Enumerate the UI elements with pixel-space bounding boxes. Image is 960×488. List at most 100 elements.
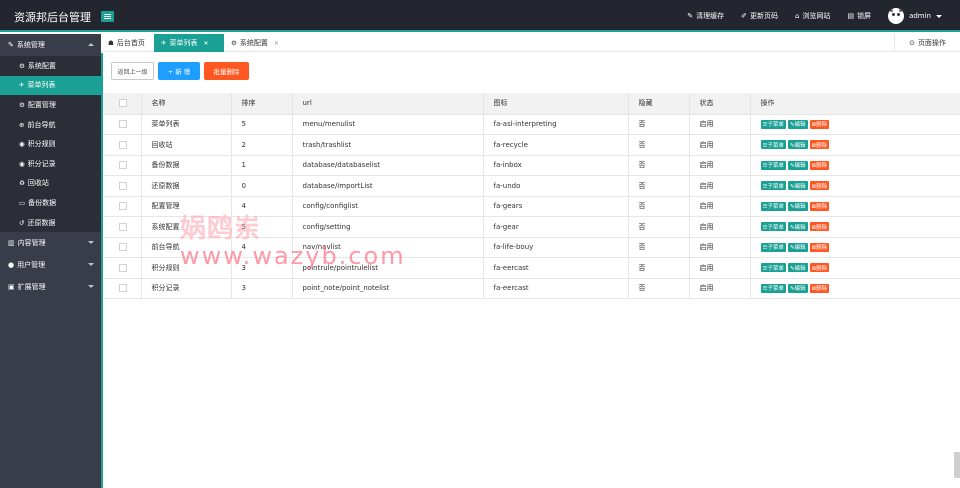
tab-menu-list[interactable]: ✈ 菜单列表 ✕: [154, 34, 224, 52]
delete-button[interactable]: ⊠删除: [809, 242, 830, 252]
edit-button[interactable]: ✎编辑: [787, 119, 808, 129]
sub-menu-button[interactable]: ☰子菜单: [760, 140, 786, 150]
edit-button[interactable]: ✎编辑: [787, 283, 808, 293]
cell-hidden: 否: [628, 237, 690, 258]
gear-icon: ⚙: [19, 61, 25, 70]
chevron-down-icon: [88, 263, 94, 267]
sidebar-group-users[interactable]: ● 用户管理: [0, 254, 101, 276]
cell-hidden: 否: [628, 114, 690, 135]
table-row: 配置管理 4 config/configlist fa-gears 否 启用 ☰…: [103, 196, 960, 217]
add-button[interactable]: + 新 增: [158, 62, 200, 80]
row-checkbox[interactable]: [119, 263, 127, 272]
sidebar-group-extensions[interactable]: ▣ 扩展管理: [0, 276, 101, 298]
select-all-checkbox[interactable]: [119, 99, 127, 108]
cell-name: 还原数据: [141, 175, 232, 197]
cell-status: 启用: [689, 237, 751, 258]
cell-sort: 4: [231, 237, 293, 258]
row-checkbox[interactable]: [119, 222, 127, 231]
wrench-icon: ✎: [8, 41, 14, 49]
row-checkbox[interactable]: [119, 161, 127, 170]
browse-site-link[interactable]: ⌂ 浏览网站: [795, 11, 830, 21]
user-icon: ●: [8, 261, 15, 270]
delete-button[interactable]: ⊠删除: [809, 201, 830, 211]
clear-cache-link[interactable]: ✎ 清理缓存: [687, 11, 724, 21]
sidebar-group-system[interactable]: ✎ 系统管理: [0, 34, 101, 56]
sidebar-item-system-config[interactable]: ⚙ 系统配置: [0, 56, 101, 76]
column-header-status: 状态: [689, 93, 751, 115]
edit-button[interactable]: ✎编辑: [787, 201, 808, 211]
user-menu[interactable]: admin: [888, 8, 942, 24]
sub-menu-button[interactable]: ☰子菜单: [760, 263, 786, 273]
edit-button[interactable]: ✎编辑: [787, 242, 808, 252]
cell-url: config/configlist: [292, 196, 484, 217]
undo-icon: ↺: [19, 218, 25, 227]
row-checkbox[interactable]: [119, 202, 127, 211]
cell-url: trash/trashlist: [292, 134, 484, 156]
delete-button[interactable]: ⊠删除: [809, 283, 830, 293]
cell-sort: 3: [231, 278, 293, 299]
sidebar: ✎ 系统管理 ⚙ 系统配置 ✈ 菜单列表 ⚙ 配置管理 ⊕ 前台导航 ◉ 积分规则 ◉ 积分…: [0, 34, 101, 488]
tab-home[interactable]: ☗ 后台首页: [101, 34, 154, 52]
row-checkbox[interactable]: [119, 243, 127, 252]
delete-button[interactable]: ⊠删除: [809, 119, 830, 129]
sub-menu-button[interactable]: ☰子菜单: [760, 119, 786, 129]
table-row: 积分规则 3 pointrule/pointrulelist fa-eercas…: [103, 257, 960, 279]
sub-menu-button[interactable]: ☰子菜单: [760, 283, 786, 293]
delete-button[interactable]: ⊠删除: [809, 181, 830, 191]
edit-button[interactable]: ✎编辑: [787, 181, 808, 191]
lock-screen-link[interactable]: ▤ 锁屏: [847, 11, 871, 21]
edit-button[interactable]: ✎编辑: [787, 140, 808, 150]
cell-name: 回收站: [141, 134, 232, 156]
sidebar-item-restore-data[interactable]: ↺ 还原数据: [0, 213, 101, 233]
sub-menu-button[interactable]: ☰子菜单: [760, 181, 786, 191]
sidebar-item-front-nav[interactable]: ⊕ 前台导航: [0, 115, 101, 135]
back-button[interactable]: 返回上一级: [111, 62, 154, 80]
scrollbar-thumb[interactable]: [954, 452, 960, 478]
table-row: 回收站 2 trash/trashlist fa-recycle 否 启用 ☰子…: [103, 134, 960, 156]
delete-button[interactable]: ⊠删除: [809, 140, 830, 150]
sidebar-group-content[interactable]: ▥ 内容管理: [0, 232, 101, 254]
sidebar-item-menu-list[interactable]: ✈ 菜单列表: [0, 75, 101, 96]
row-checkbox[interactable]: [119, 181, 127, 190]
cell-icon: fa-undo: [483, 175, 629, 197]
menu-table: 名称 排序 url 图标 隐藏 状态 操作 菜单列表 5 menu/menuli…: [103, 93, 960, 299]
delete-button[interactable]: ⊠删除: [809, 160, 830, 170]
cell-icon: fa-eercast: [483, 257, 629, 279]
row-actions: ☰子菜单 ✎编辑 ⊠删除: [760, 181, 960, 191]
cell-name: 积分规则: [141, 257, 232, 279]
row-checkbox[interactable]: [119, 284, 127, 293]
edit-button[interactable]: ✎编辑: [787, 222, 808, 232]
sidebar-item-config-manage[interactable]: ⚙ 配置管理: [0, 95, 101, 115]
sidebar-item-point-rules[interactable]: ◉ 积分规则: [0, 134, 101, 154]
edit-button[interactable]: ✎编辑: [787, 263, 808, 273]
edit-button[interactable]: ✎编辑: [787, 160, 808, 170]
delete-button[interactable]: ⊠删除: [809, 263, 830, 273]
row-checkbox[interactable]: [119, 120, 127, 129]
sub-menu-button[interactable]: ☰子菜单: [760, 222, 786, 232]
cell-icon: fa-life-bouy: [483, 237, 629, 258]
delete-button[interactable]: ⊠删除: [809, 222, 830, 232]
sidebar-toggle-button[interactable]: [101, 11, 114, 22]
sidebar-item-recycle-bin[interactable]: ♻ 回收站: [0, 174, 101, 194]
cell-icon: fa-asl-interpreting: [483, 114, 629, 135]
content-icon: ▥: [8, 239, 15, 248]
table-row: 前台导航 4 nav/navlist fa-life-bouy 否 启用 ☰子菜…: [103, 237, 960, 258]
sub-menu-button[interactable]: ☰子菜单: [760, 160, 786, 170]
batch-delete-button[interactable]: 批量删除: [204, 62, 249, 80]
row-actions: ☰子菜单 ✎编辑 ⊠删除: [760, 160, 960, 170]
sub-menu-button[interactable]: ☰子菜单: [760, 242, 786, 252]
table-row: 菜单列表 5 menu/menulist fa-asl-interpreting…: [103, 114, 960, 135]
close-icon[interactable]: ✕: [203, 40, 208, 47]
sub-menu-button[interactable]: ☰子菜单: [760, 201, 786, 211]
page-operations-button[interactable]: ⊙ 页面操作: [894, 34, 960, 52]
row-actions: ☰子菜单 ✎编辑 ⊠删除: [760, 222, 960, 232]
row-checkbox[interactable]: [119, 140, 127, 149]
update-page-link[interactable]: ✐ 更新页码: [741, 11, 778, 21]
cell-icon: fa-eercast: [483, 278, 629, 299]
home-icon: ⌂: [794, 12, 800, 20]
sidebar-item-backup-data[interactable]: ▭ 备份数据: [0, 193, 101, 213]
sidebar-item-point-records[interactable]: ◉ 积分记录: [0, 154, 101, 174]
table-row: 系统配置 5 config/setting fa-gear 否 启用 ☰子菜单 …: [103, 216, 960, 238]
close-icon[interactable]: ✕: [274, 40, 279, 47]
tab-system-config[interactable]: ⚙ 系统配置 ✕: [224, 34, 290, 52]
